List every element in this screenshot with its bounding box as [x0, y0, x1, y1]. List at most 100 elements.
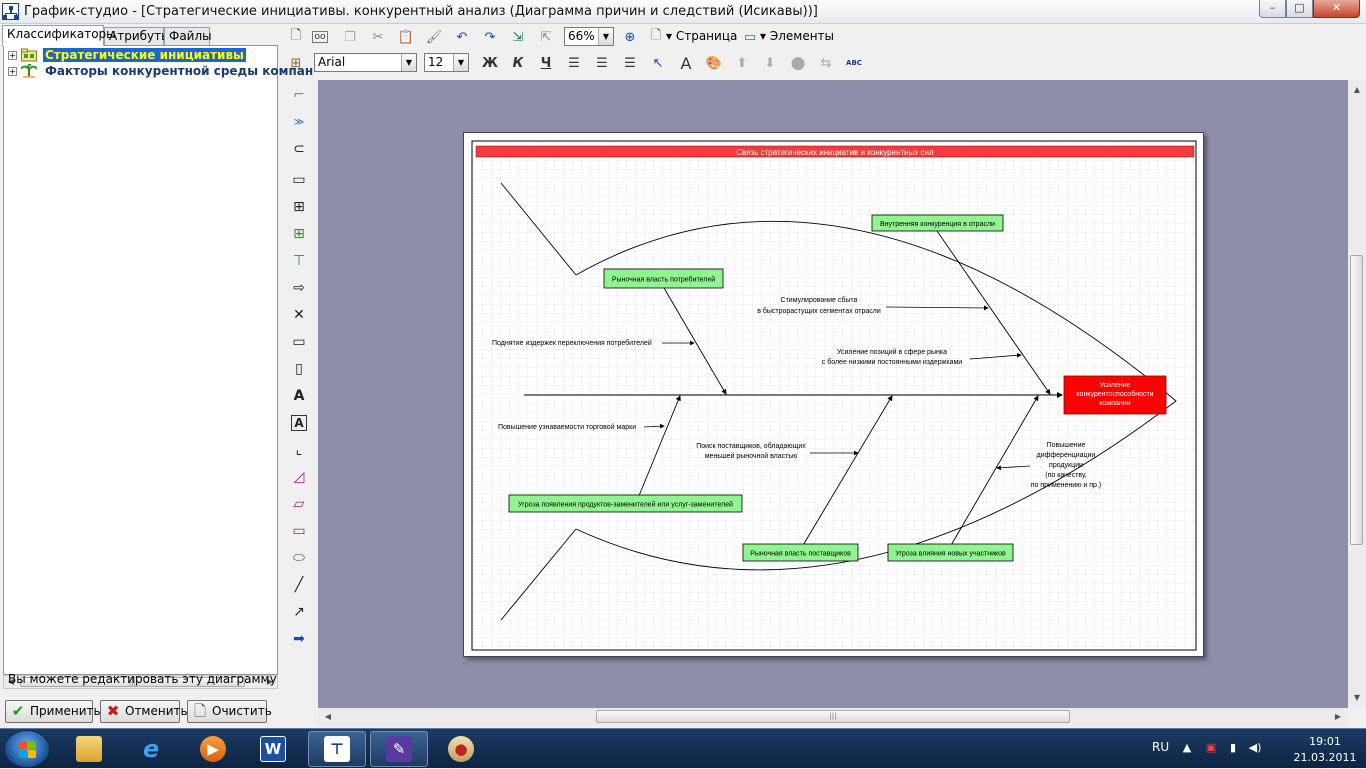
lasso-icon[interactable]: ⊂	[288, 138, 310, 160]
expand-icon[interactable]: +	[8, 51, 17, 60]
chevron-down-icon[interactable]: ▼	[598, 28, 613, 45]
spellcheck-button[interactable]: ABC	[844, 53, 864, 73]
spread-icon[interactable]: ✕	[288, 304, 310, 326]
subcause-diff-line-4[interactable]: (по качеству,	[1045, 472, 1087, 479]
zoom-select[interactable]: 66% ▼	[564, 27, 614, 46]
taskbar-media-player[interactable]: ▶	[184, 731, 242, 767]
cause-box-internal-competition[interactable]: Внутренняя конкуренция в отрасли	[871, 214, 1004, 232]
diagram-canvas[interactable]: Связь стратегических инициатив и конкуре…	[464, 133, 1205, 658]
canvas-horizontal-scrollbar[interactable]: ◀ ||| ▶	[318, 708, 1348, 726]
export-icon[interactable]: ⇲	[508, 27, 528, 47]
subcause-switching[interactable]: Поднятие издержек переключения потребите…	[492, 339, 652, 347]
redo-icon[interactable]: ↷	[480, 27, 500, 47]
vertical-bar-icon[interactable]: ▯	[288, 358, 310, 380]
taskbar-ie[interactable]: e	[122, 731, 180, 767]
maximize-button[interactable]: □	[1286, 0, 1313, 18]
subcause-market-line-1[interactable]: Усиление позиций в сфере рынка	[837, 348, 947, 356]
subcause-market-line-2[interactable]: с более низкими постоянными издержками	[822, 358, 963, 366]
italic-button[interactable]: К	[508, 53, 528, 73]
connector-icon[interactable]: ⌐	[288, 84, 310, 106]
diagram-page[interactable]: Связь стратегических инициатив и конкуре…	[463, 132, 1204, 657]
show-hidden-icons-icon[interactable]: ▲	[1180, 741, 1194, 755]
group-icon[interactable]: ⬤	[788, 53, 808, 73]
taskbar-word[interactable]: W	[244, 731, 302, 767]
subcause-suppliers-line-2[interactable]: меньшей рыночной властью	[705, 452, 798, 460]
font-family-select[interactable]: Arial ▼	[314, 53, 417, 72]
page-icon[interactable]: 🗋	[646, 27, 666, 47]
effect-box[interactable]: Усиление конкурентоспособности компании	[1063, 375, 1167, 415]
rectangle-icon[interactable]: ▭	[288, 520, 310, 542]
arrow-right-icon[interactable]: ⇨	[288, 277, 310, 299]
subcause-suppliers-line-1[interactable]: Поиск поставщиков, обладающих	[696, 442, 806, 450]
zoom-in-icon[interactable]: ⊕	[620, 27, 640, 47]
chevron-down-icon[interactable]: ▼	[401, 54, 416, 71]
apply-button[interactable]: ✔ Применить	[5, 700, 101, 723]
cause-box-new-entrants[interactable]: Угроза влияния новых участников	[887, 543, 1014, 562]
volume-icon[interactable]: ◀)	[1248, 741, 1262, 755]
font-size-select[interactable]: 12 ▼	[424, 53, 469, 72]
scroll-left-icon[interactable]: ◀	[320, 709, 336, 725]
diagram-workarea[interactable]: Связь стратегических инициатив и конкуре…	[318, 80, 1348, 708]
clock[interactable]: 19:01 21.03.2011	[1290, 734, 1360, 766]
note-icon[interactable]: ◿	[288, 466, 310, 488]
callout-icon[interactable]: ⌞	[288, 439, 310, 461]
close-button[interactable]: ✕	[1313, 0, 1360, 18]
cancel-button[interactable]: ✖ Отменить	[100, 700, 188, 723]
cut-icon[interactable]: ✂	[368, 27, 388, 47]
subcause-promo-line-2[interactable]: в быстрорастущих сегментах отрасли	[757, 307, 881, 315]
parallelogram-icon[interactable]: ▱	[288, 493, 310, 515]
align-left-icon[interactable]: ☰	[564, 53, 584, 73]
ungroup-icon[interactable]: ⇆	[816, 53, 836, 73]
elements-icon[interactable]: ▭	[740, 27, 760, 47]
taskbar-paint[interactable]: ●	[432, 731, 490, 767]
undo-icon[interactable]: ↶	[452, 27, 472, 47]
cause-box-substitutes[interactable]: Угроза появления продуктов-заменителей и…	[508, 494, 743, 513]
frame-icon[interactable]: ▭	[288, 169, 310, 191]
line-icon[interactable]: ╱	[288, 574, 310, 596]
bold-button[interactable]: Ж	[480, 53, 500, 73]
subcause-diff-line-2[interactable]: дифференциации	[1037, 452, 1096, 459]
chevron-down-icon[interactable]: ▼	[453, 54, 468, 71]
taskbar-explorer[interactable]	[60, 731, 118, 767]
scroll-thumb[interactable]	[1350, 255, 1363, 545]
pointer-icon[interactable]: ↖	[648, 53, 668, 73]
grid-block-icon[interactable]: ⊞	[288, 223, 310, 245]
org-chart-icon[interactable]: ⊞	[288, 196, 310, 218]
scroll-down-icon[interactable]: ▼	[1349, 690, 1365, 706]
subcause-diff-line-3[interactable]: продукции	[1049, 462, 1083, 469]
new-document-icon[interactable]: 🗋	[286, 27, 306, 47]
power-icon[interactable]: ▮	[1226, 741, 1240, 755]
scroll-up-icon[interactable]: ▲	[1349, 82, 1365, 98]
arrow-line-icon[interactable]: ↗	[288, 601, 310, 623]
tab-files[interactable]: Файлы	[164, 27, 212, 45]
import-icon[interactable]: ⇱	[536, 27, 556, 47]
scroll-thumb[interactable]: |||	[596, 710, 1070, 723]
scroll-right-icon[interactable]: ▶	[1330, 709, 1346, 725]
subcause-brand[interactable]: Повышение узнаваемости торговой марки	[498, 423, 636, 431]
paste-icon[interactable]: 📋	[396, 27, 416, 47]
classifier-tree[interactable]: + Стратегические инициативы + Факторы ко…	[3, 45, 313, 675]
start-button[interactable]	[4, 730, 50, 768]
network-icon[interactable]: ▣	[1204, 741, 1218, 755]
language-indicator[interactable]: RU	[1152, 740, 1169, 754]
expand-icon[interactable]: +	[8, 67, 17, 76]
bring-forward-icon[interactable]: ⬆	[732, 53, 752, 73]
cause-box-supplier-power[interactable]: Рыночная власть поставщиков	[742, 543, 859, 562]
send-backward-icon[interactable]: ⬇	[760, 53, 780, 73]
taskbar-grafik-studio[interactable]: ⊤	[308, 731, 366, 767]
subcause-diff-line-1[interactable]: Повышение	[1047, 442, 1086, 449]
tab-classifiers[interactable]: Классификаторы	[2, 25, 116, 46]
hierarchy-icon[interactable]: ⊤	[288, 250, 310, 272]
clear-button[interactable]: 🗋 Очистить	[187, 700, 272, 723]
fill-color-icon[interactable]: 🎨	[704, 53, 724, 73]
copy-icon[interactable]: ❐	[340, 27, 360, 47]
text-icon[interactable]: A	[288, 385, 310, 407]
format-brush-icon[interactable]: 🖌	[424, 27, 444, 47]
structure-icon[interactable]: ⊞	[286, 53, 306, 73]
align-right-icon[interactable]: ☰	[620, 53, 640, 73]
subcause-diff-line-5[interactable]: по применению и пр.)	[1031, 482, 1101, 489]
subcause-promo-line-1[interactable]: Стимулирование сбыта	[781, 296, 858, 304]
underline-button[interactable]: Ч	[536, 53, 556, 73]
text-box-icon[interactable]: A	[291, 415, 307, 431]
horizontal-bar-icon[interactable]: ▭	[288, 331, 310, 353]
